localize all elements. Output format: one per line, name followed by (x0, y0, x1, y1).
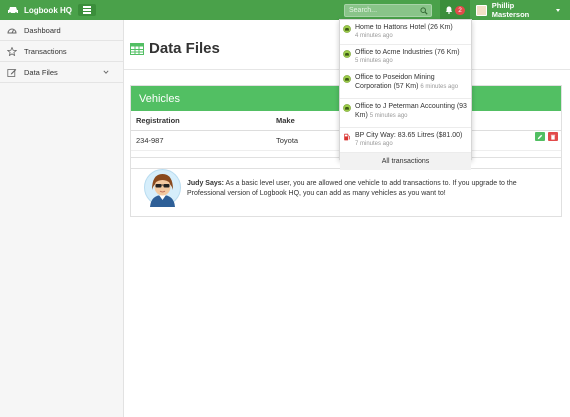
notifications-dropdown: Home to Hattons Hotel (26 Km) 4 minutes a… (339, 19, 472, 170)
transaction-time: 7 minutes ago (355, 141, 393, 147)
list-item[interactable]: Office to Poseidon Mining Corporation (5… (340, 70, 471, 99)
user-name: Phillip Masterson (491, 1, 530, 19)
sidebar-item-dashboard[interactable]: Dashboard (0, 20, 123, 41)
fuel-pump-icon (344, 133, 350, 141)
judy-avatar (144, 169, 181, 207)
sidebar-item-label: Dashboard (24, 25, 61, 35)
sidebar: Dashboard Transactions Data Files (0, 20, 124, 417)
top-navbar: Logbook HQ Search... 2 Phillip Masterson (0, 0, 570, 20)
registration-cell: 234-987 (131, 130, 271, 151)
column-header-registration: Registration (131, 111, 271, 131)
transaction-time: 5 minutes ago (369, 113, 408, 119)
sidebar-item-label: Data Files (24, 67, 58, 77)
trip-icon (343, 50, 351, 58)
brand-label: Logbook HQ (24, 5, 72, 15)
sidebar-item-transactions[interactable]: Transactions (0, 41, 123, 62)
transaction-time: 6 minutes ago (420, 84, 459, 90)
chevron-down-icon (103, 70, 109, 74)
search-input[interactable]: Search... (344, 4, 432, 17)
caret-down-icon (556, 8, 560, 12)
search-icon[interactable] (420, 7, 428, 15)
trash-icon (550, 134, 556, 140)
avatar (476, 4, 487, 16)
trip-icon (343, 75, 351, 83)
edit-button[interactable] (535, 132, 545, 141)
transaction-time: 4 minutes ago (355, 33, 393, 39)
table-icon (130, 42, 144, 55)
user-menu-button[interactable]: Phillip Masterson (476, 1, 560, 19)
sidebar-toggle-button[interactable] (78, 4, 96, 16)
trip-icon (343, 25, 351, 33)
search-placeholder: Search... (349, 7, 378, 14)
star-icon (7, 46, 17, 56)
list-item[interactable]: Office to Acme Industries (76 Km) 5 minut… (340, 45, 471, 70)
judy-message: Judy Says: As a basic level user, you ar… (187, 179, 557, 199)
car-icon (8, 6, 18, 15)
transaction-title: Office to Acme Industries (76 Km) (355, 49, 460, 56)
list-item[interactable]: Home to Hattons Hotel (26 Km) 4 minutes a… (340, 20, 471, 45)
bell-icon (445, 6, 453, 14)
transaction-title: Home to Hattons Hotel (26 Km) (355, 24, 453, 31)
list-item[interactable]: BP City Way: 83.65 Litres ($81.00) 7 minu… (340, 128, 471, 153)
delete-button[interactable] (548, 132, 558, 141)
judy-message-text: As a basic level user, you are allowed o… (187, 180, 517, 197)
pencil-icon (537, 134, 543, 139)
page-title: Data Files (149, 40, 220, 57)
dashboard-icon (7, 28, 17, 33)
notifications-button[interactable]: 2 (440, 0, 470, 20)
judy-name: Judy Says: (187, 180, 224, 187)
transaction-time: 5 minutes ago (355, 58, 393, 64)
trip-icon (343, 104, 351, 112)
list-item[interactable]: Office to J Peterman Accounting (93 Km) … (340, 99, 471, 128)
brand[interactable]: Logbook HQ (7, 0, 72, 20)
page-header: Data Files (130, 40, 220, 57)
notification-badge: 2 (455, 5, 465, 15)
transaction-title: BP City Way: 83.65 Litres ($81.00) (355, 132, 463, 139)
edit-icon (7, 68, 17, 77)
sidebar-item-label: Transactions (24, 46, 67, 56)
sidebar-item-data-files[interactable]: Data Files (0, 62, 123, 83)
all-transactions-link[interactable]: All transactions (340, 153, 471, 170)
